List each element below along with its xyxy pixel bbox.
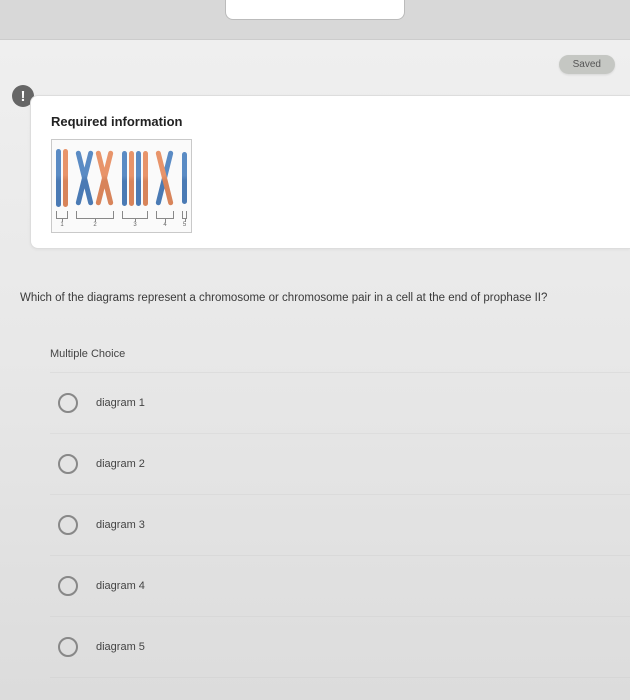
mc-option-4[interactable]: diagram 4: [50, 556, 630, 617]
radio-icon[interactable]: [58, 576, 78, 596]
mc-label: diagram 3: [96, 519, 145, 531]
mc-option-5[interactable]: diagram 5: [50, 617, 630, 678]
x-chromosome-icon: [96, 150, 114, 206]
radio-icon[interactable]: [58, 454, 78, 474]
x-chromosome-icon: [156, 150, 174, 206]
chromatid-icon: [143, 151, 148, 206]
diagram-number: 1: [60, 222, 63, 228]
diagram-number: 3: [133, 222, 136, 228]
mc-option-1[interactable]: diagram 1: [50, 373, 630, 434]
diagram-number: 4: [163, 222, 166, 228]
question-text: Which of the diagrams represent a chromo…: [20, 290, 620, 306]
mc-label: diagram 1: [96, 397, 145, 409]
chromatid-icon: [122, 151, 127, 206]
mc-header: Multiple Choice: [50, 340, 630, 373]
chromatid-icon: [129, 151, 134, 206]
mc-label: diagram 2: [96, 458, 145, 470]
mc-option-3[interactable]: diagram 3: [50, 495, 630, 556]
diagram-group-1: 1: [56, 148, 68, 228]
mc-label: diagram 4: [96, 580, 145, 592]
diagram-group-3: 3: [122, 148, 148, 228]
diagram-number: 2: [93, 222, 96, 228]
radio-icon[interactable]: [58, 637, 78, 657]
chromatid-icon: [136, 151, 141, 206]
radio-icon[interactable]: [58, 515, 78, 535]
radio-icon[interactable]: [58, 393, 78, 413]
diagram-number: 5: [183, 222, 186, 228]
diagram-group-4: 4: [156, 148, 174, 228]
mc-option-2[interactable]: diagram 2: [50, 434, 630, 495]
diagram-group-5: 5: [182, 148, 187, 228]
info-title: Required information: [51, 114, 610, 129]
chromatid-icon: [63, 149, 68, 207]
top-tab: [225, 0, 405, 20]
top-bar: [0, 0, 630, 40]
info-panel: Required information 1: [30, 95, 630, 249]
saved-badge: Saved: [559, 55, 615, 74]
chromatid-icon: [56, 149, 61, 207]
chromosome-diagram: 1 2: [51, 139, 192, 233]
multiple-choice-section: Multiple Choice diagram 1 diagram 2 diag…: [50, 340, 630, 678]
chromatid-icon: [182, 152, 187, 204]
x-chromosome-icon: [76, 150, 94, 206]
mc-label: diagram 5: [96, 641, 145, 653]
diagram-group-2: 2: [76, 148, 114, 228]
